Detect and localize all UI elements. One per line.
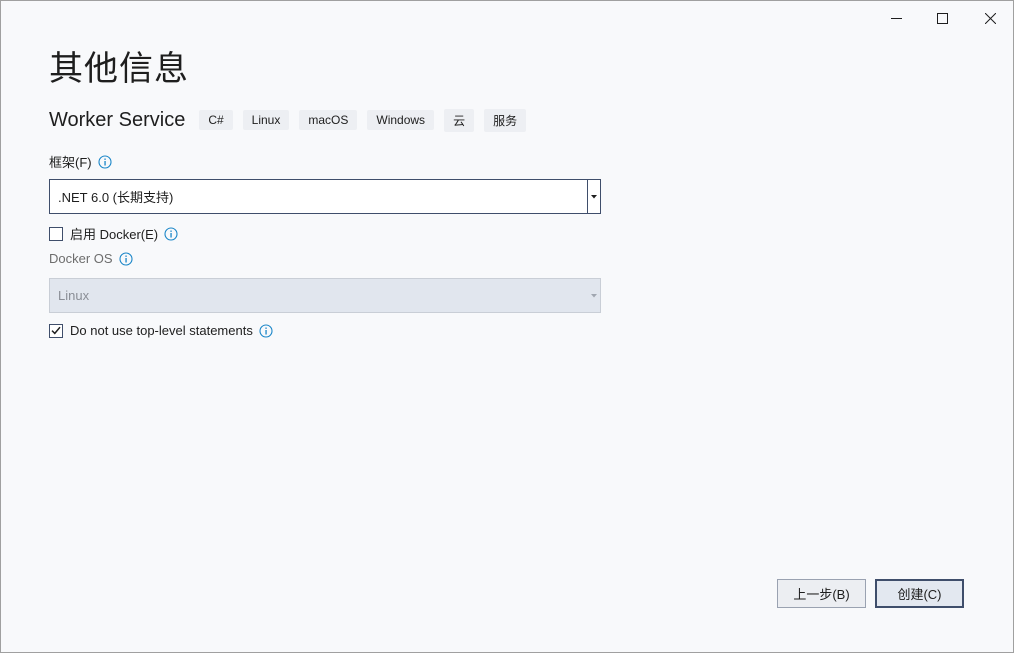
tag-linux: Linux [242,110,290,130]
chevron-down-icon [591,194,597,198]
back-button[interactable]: 上一步(B) [777,579,866,608]
template-row: Worker Service C# Linux macOS Windows 云 … [49,105,536,135]
enable-docker-label: 启用 Docker(E) [70,227,159,242]
framework-dropdown-button[interactable] [587,180,600,213]
framework-label: 框架(F) [49,152,112,171]
dialog-window: 其他信息 Worker Service C# Linux macOS Windo… [0,0,1014,653]
close-icon [984,12,996,24]
close-button[interactable] [967,1,1013,35]
maximize-button[interactable] [919,1,965,35]
docker-os-info-icon[interactable] [119,251,133,266]
top-level-statements-row[interactable]: Do not use top-level statements [49,323,273,338]
template-name: Worker Service [49,108,186,131]
minimize-button[interactable] [873,1,919,35]
top-level-info-icon[interactable] [259,323,273,338]
tag-service: 服务 [484,108,527,132]
framework-select[interactable]: .NET 6.0 (长期支持) [49,179,601,214]
enable-docker-row[interactable]: 启用 Docker(E) [49,224,178,243]
top-level-statements-checkbox[interactable] [49,323,63,338]
maximize-icon [936,12,948,24]
tag-windows: Windows [367,110,435,130]
docker-os-select: Linux [49,278,601,313]
enable-docker-checkbox[interactable] [49,226,63,241]
tag-csharp: C# [199,110,233,130]
docker-os-dropdown-button [587,279,600,312]
framework-info-icon[interactable] [98,154,112,169]
chevron-down-icon [590,293,597,297]
tag-cloud: 云 [444,108,475,132]
page-title: 其他信息 [49,50,189,88]
tag-macos: macOS [299,110,358,130]
framework-label-text: 框架(F) [49,155,92,170]
create-button[interactable]: 创建(C) [875,579,964,608]
checkmark-icon [51,326,61,335]
minimize-icon [890,17,902,19]
docker-os-select-value: Linux [58,288,90,303]
docker-os-label: Docker OS [49,251,133,266]
top-level-statements-label: Do not use top-level statements [70,323,253,338]
docker-info-icon[interactable] [164,226,178,241]
docker-os-label-text: Docker OS [49,251,113,266]
framework-select-value: .NET 6.0 (长期支持) [58,190,174,205]
